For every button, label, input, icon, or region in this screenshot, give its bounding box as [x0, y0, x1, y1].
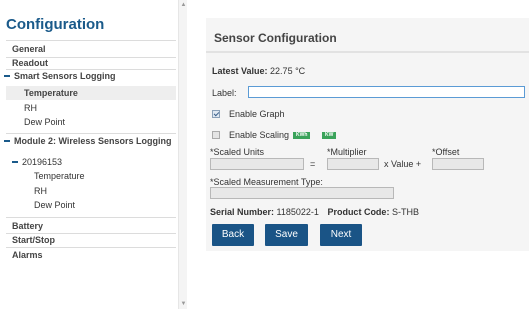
scroll-down-icon[interactable]: ▼ [179, 301, 188, 307]
sidebar-item-sub-rh[interactable]: RH [34, 186, 47, 196]
serial-number-value: 1185022-1 [276, 207, 319, 217]
sidebar-item-module2-label: Module 2: Wireless Sensors Logging [14, 136, 172, 146]
scroll-up-icon[interactable]: ▲ [179, 2, 188, 8]
multiplier-label: *Multiplier [327, 147, 367, 157]
sidebar-scrollbar[interactable]: ▲ ▼ [178, 0, 187, 309]
next-button[interactable]: Next [320, 224, 362, 246]
multiplier-input[interactable] [327, 158, 379, 170]
sidebar-item-temperature[interactable]: Temperature [24, 88, 78, 98]
sidebar-item-start-stop[interactable]: Start/Stop [12, 235, 55, 245]
sidebar-item-alarms[interactable]: Alarms [12, 250, 43, 260]
sidebar-item-rh[interactable]: RH [24, 103, 37, 113]
sidebar-item-sub-temperature[interactable]: Temperature [34, 171, 85, 181]
sidebar-item-module2[interactable]: Module 2: Wireless Sensors Logging [4, 136, 174, 146]
latest-value-reading: 22.75 °C [270, 66, 306, 76]
latest-value: Latest Value: 22.75 °C [212, 66, 305, 76]
sidebar-item-sensor-id-label: 20196153 [22, 157, 63, 167]
collapse-icon[interactable] [4, 74, 10, 77]
scaled-units-label: *Scaled Units [210, 147, 265, 157]
sidebar-item-battery[interactable]: Battery [12, 221, 43, 231]
divider [6, 217, 176, 218]
offset-input[interactable] [432, 158, 484, 170]
divider [6, 233, 176, 234]
enable-scaling-checkbox[interactable] [212, 131, 220, 139]
back-button[interactable]: Back [212, 224, 254, 246]
sidebar-item-general[interactable]: General [12, 44, 46, 54]
x-value-plus-text: x Value + [384, 159, 422, 169]
enable-graph-label: Enable Graph [229, 109, 285, 119]
scaled-units-input[interactable] [210, 158, 304, 170]
divider [6, 133, 176, 134]
divider [6, 40, 176, 41]
collapse-icon[interactable] [4, 139, 10, 142]
product-code-label: Product Code: [327, 207, 390, 217]
offset-label: *Offset [432, 147, 460, 157]
label-field-label: Label: [212, 88, 237, 98]
sidebar-item-dew-point[interactable]: Dew Point [24, 117, 65, 127]
collapse-icon[interactable] [12, 160, 18, 163]
sidebar-item-smart-sensors-label: Smart Sensors Logging [14, 71, 116, 81]
serial-number-label: Serial Number: [210, 207, 275, 217]
divider [6, 247, 176, 248]
latest-value-label: Latest Value: [212, 66, 268, 76]
divider [6, 69, 176, 70]
scaled-measurement-type-label: *Scaled Measurement Type: [210, 177, 323, 187]
divider [206, 51, 529, 53]
kwh-preset-tag[interactable]: KWh [293, 132, 311, 139]
page-title: Sensor Configuration [214, 31, 337, 45]
save-button[interactable]: Save [265, 224, 308, 246]
sidebar-item-smart-sensors[interactable]: Smart Sensors Logging [4, 71, 116, 81]
scaled-measurement-type-input[interactable] [210, 187, 394, 199]
label-input[interactable] [248, 86, 525, 98]
equals-sign: = [310, 159, 316, 169]
sidebar-item-sensor-id[interactable]: 20196153 [12, 157, 62, 167]
kw-preset-tag[interactable]: KW [322, 132, 337, 139]
sidebar: Configuration General Readout Smart Sens… [0, 0, 180, 309]
enable-scaling-label: Enable Scaling [229, 130, 290, 140]
enable-graph-checkbox[interactable] [212, 110, 220, 118]
sidebar-title: Configuration [6, 16, 105, 33]
sidebar-item-readout[interactable]: Readout [12, 58, 48, 68]
sidebar-item-sub-dew-point[interactable]: Dew Point [34, 200, 75, 210]
product-code-value: S-THB [391, 207, 419, 217]
device-info: Serial Number: 1185022-1 Product Code: S… [210, 207, 419, 217]
